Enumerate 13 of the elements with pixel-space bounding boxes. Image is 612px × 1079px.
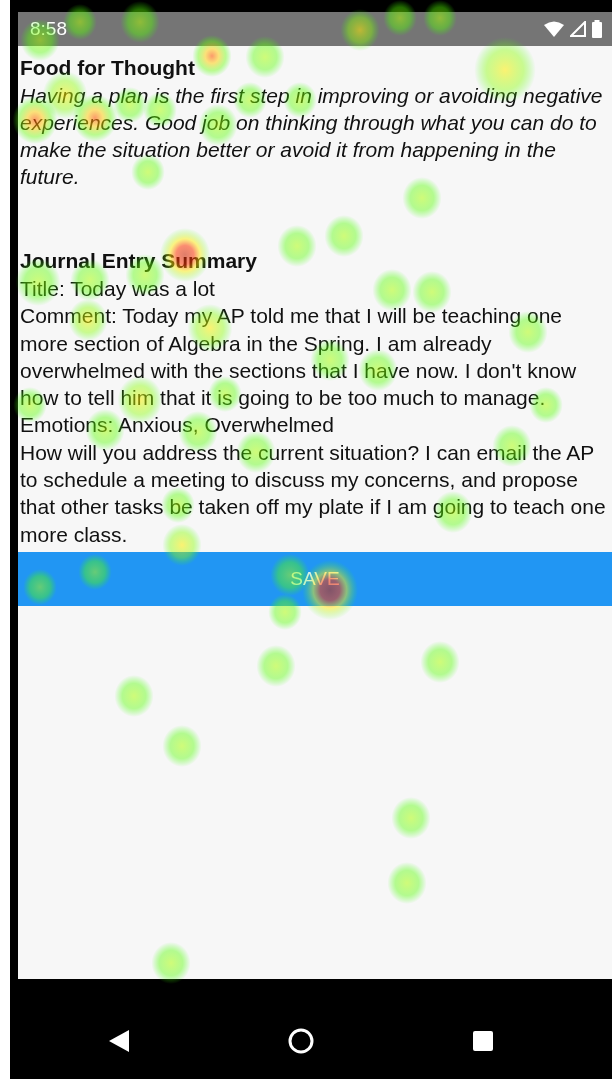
recents-icon[interactable] <box>472 1031 493 1051</box>
feedback-paragraph: Having a plan is the first step in improving or avoiding negative experiences. Good job on thinking through what you can do to make the situation better or avoid it from happening in the future. <box>20 83 604 190</box>
home-icon[interactable] <box>288 1028 314 1054</box>
section-title: Food for Thought <box>20 55 196 81</box>
summary-text: Emotions: Anxious, Overwhelmed <box>20 412 335 439</box>
signal-icon <box>570 21 586 37</box>
status-time: 8:58 <box>30 18 67 40</box>
battery-icon <box>592 20 602 38</box>
wifi-icon <box>544 21 564 37</box>
back-icon[interactable] <box>109 1030 130 1052</box>
summary-text: How will you address the current situation? I can email the AP to schedule a meeting to discuss my concerns, and propose that other tasks be taken off my plate if I am going to teach one more class. <box>20 439 607 548</box>
summary-text: Title: Today was a lot <box>20 276 216 302</box>
summary-text: Comment: Today my AP told me that I will be teaching one more section of Algebra in the Spring. I am already overwhelmed with the sections that I have now. I don't know how to tell him that it is going to be too much to manage. <box>20 303 578 412</box>
